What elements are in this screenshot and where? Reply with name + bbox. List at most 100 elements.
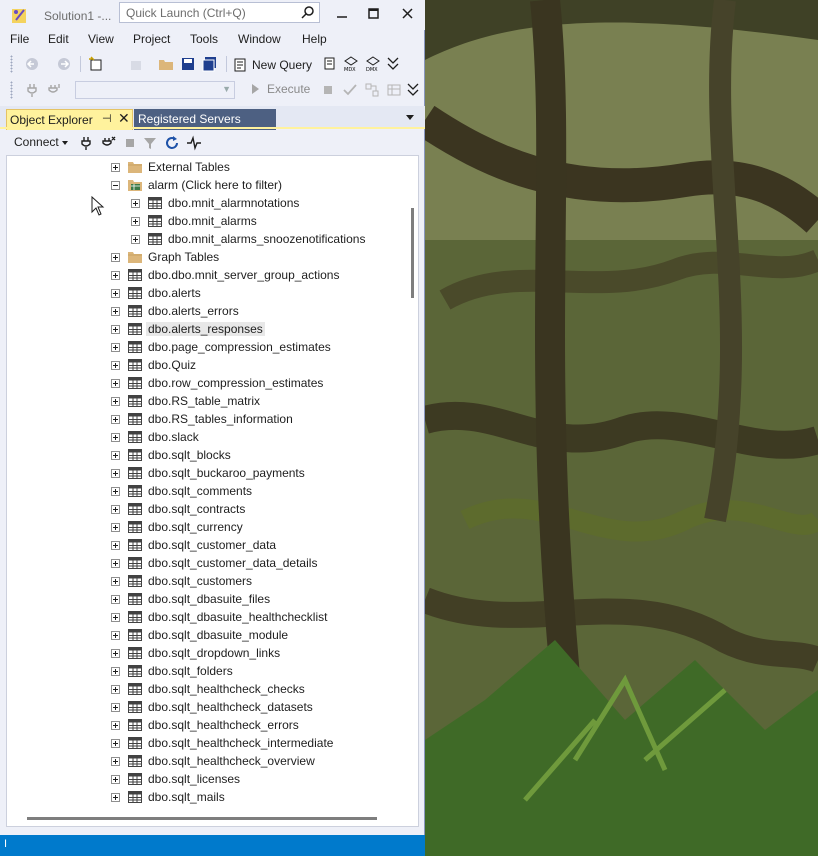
open-folder-icon[interactable] xyxy=(158,56,174,72)
expand-icon[interactable] xyxy=(111,703,120,712)
expand-icon[interactable] xyxy=(111,271,120,280)
activity-monitor-icon[interactable] xyxy=(186,135,202,151)
tree-item-table[interactable]: dbo.mnit_alarms xyxy=(7,212,407,230)
tree-item-table[interactable]: dbo.sqlt_currency xyxy=(7,518,407,536)
tree-item-table[interactable]: dbo.sqlt_healthcheck_datasets xyxy=(7,698,407,716)
expand-icon[interactable] xyxy=(111,469,120,478)
execute-button[interactable]: Execute xyxy=(252,82,310,96)
tree-item-folder[interactable]: Graph Tables xyxy=(7,248,407,266)
expand-icon[interactable] xyxy=(111,757,120,766)
tree-item-table[interactable]: dbo.alerts_responses xyxy=(7,320,407,338)
change-connection-icon[interactable] xyxy=(46,82,62,98)
expand-icon[interactable] xyxy=(111,379,120,388)
available-databases-dropdown[interactable]: ▼ xyxy=(75,81,235,99)
menu-file[interactable]: File xyxy=(10,32,29,46)
database-engine-query-icon[interactable] xyxy=(322,56,338,72)
tree-item-table[interactable]: dbo.sqlt_customer_data_details xyxy=(7,554,407,572)
expand-icon[interactable] xyxy=(111,505,120,514)
toolbar-overflow-icon[interactable] xyxy=(405,82,421,98)
expand-icon[interactable] xyxy=(111,721,120,730)
tree-item-table[interactable]: dbo.sqlt_customers xyxy=(7,572,407,590)
new-project-icon[interactable] xyxy=(88,56,104,72)
expand-icon[interactable] xyxy=(111,631,120,640)
expand-icon[interactable] xyxy=(111,451,120,460)
tree-item-table[interactable]: dbo.row_compression_estimates xyxy=(7,374,407,392)
menu-window[interactable]: Window xyxy=(238,32,281,46)
expand-icon[interactable] xyxy=(111,595,120,604)
forward-icon[interactable] xyxy=(56,56,72,72)
save-all-icon[interactable] xyxy=(202,56,218,72)
tree-item-table[interactable]: dbo.sqlt_contracts xyxy=(7,500,407,518)
expand-icon[interactable] xyxy=(131,235,140,244)
dmx-query-icon[interactable]: DMX xyxy=(365,56,381,72)
horizontal-scrollbar-thumb[interactable] xyxy=(27,817,377,820)
add-item-icon[interactable] xyxy=(128,56,144,72)
horizontal-scrollbar[interactable] xyxy=(7,812,406,826)
tree-item-table[interactable]: dbo.alerts xyxy=(7,284,407,302)
tree-item-table[interactable]: dbo.sqlt_blocks xyxy=(7,446,407,464)
expand-icon[interactable] xyxy=(111,577,120,586)
expand-icon[interactable] xyxy=(111,307,120,316)
results-grid-icon[interactable] xyxy=(386,82,402,98)
disconnect-icon[interactable] xyxy=(100,135,116,151)
connect-plug-icon[interactable] xyxy=(24,82,40,98)
menu-view[interactable]: View xyxy=(88,32,114,46)
save-icon[interactable] xyxy=(180,56,196,72)
tree-item-table[interactable]: dbo.sqlt_dropdown_links xyxy=(7,644,407,662)
expand-icon[interactable] xyxy=(111,775,120,784)
estimated-plan-icon[interactable] xyxy=(364,82,380,98)
tree-item-table[interactable]: dbo.sqlt_folders xyxy=(7,662,407,680)
tree-item-table[interactable]: dbo.Quiz xyxy=(7,356,407,374)
toolbar-grip[interactable] xyxy=(10,81,13,99)
vertical-scrollbar-thumb[interactable] xyxy=(411,208,414,298)
expand-icon[interactable] xyxy=(111,541,120,550)
tab-dropdown-icon[interactable] xyxy=(406,115,414,120)
minimize-button[interactable] xyxy=(330,4,354,24)
pin-icon[interactable]: ⊣ xyxy=(102,112,112,125)
expand-icon[interactable] xyxy=(131,199,140,208)
refresh-icon[interactable] xyxy=(164,135,180,151)
expand-icon[interactable] xyxy=(131,217,140,226)
expand-icon[interactable] xyxy=(111,523,120,532)
search-icon[interactable] xyxy=(301,5,315,19)
tree-item-table[interactable]: dbo.sqlt_healthcheck_checks xyxy=(7,680,407,698)
filter-icon[interactable] xyxy=(142,135,158,151)
tree-item-table[interactable]: dbo.alerts_errors xyxy=(7,302,407,320)
close-tab-icon[interactable]: ✕ xyxy=(118,110,130,127)
expand-icon[interactable] xyxy=(111,793,120,802)
tree-item-table[interactable]: dbo.sqlt_dbasuite_files xyxy=(7,590,407,608)
tree-item-table[interactable]: dbo.dbo.mnit_server_group_actions xyxy=(7,266,407,284)
tree-item-table[interactable]: dbo.sqlt_customer_data xyxy=(7,536,407,554)
expand-icon[interactable] xyxy=(111,415,120,424)
expand-icon[interactable] xyxy=(111,667,120,676)
connect-button[interactable]: Connect xyxy=(14,135,68,149)
connect-plug-icon[interactable] xyxy=(78,135,94,151)
expand-icon[interactable] xyxy=(111,487,120,496)
tree-item-table[interactable]: dbo.sqlt_buckaroo_payments xyxy=(7,464,407,482)
toolbar-overflow-icon[interactable] xyxy=(385,56,401,72)
tree-item-table[interactable]: dbo.RS_table_matrix xyxy=(7,392,407,410)
tree-item-table[interactable]: dbo.page_compression_estimates xyxy=(7,338,407,356)
collapse-icon[interactable] xyxy=(111,181,120,190)
expand-icon[interactable] xyxy=(111,397,120,406)
tree-item-table[interactable]: dbo.RS_tables_information xyxy=(7,410,407,428)
menu-project[interactable]: Project xyxy=(133,32,170,46)
object-explorer-tree[interactable]: External Tables alarm (Click here to filt… xyxy=(6,155,419,827)
stop-icon[interactable] xyxy=(122,135,138,151)
tree-item-table[interactable]: dbo.sqlt_dbasuite_module xyxy=(7,626,407,644)
tree-item-table[interactable]: dbo.mnit_alarms_snoozenotifications xyxy=(7,230,407,248)
expand-icon[interactable] xyxy=(111,325,120,334)
expand-icon[interactable] xyxy=(111,613,120,622)
expand-icon[interactable] xyxy=(111,649,120,658)
vertical-scrollbar[interactable] xyxy=(406,156,418,812)
toolbar-grip[interactable] xyxy=(10,55,13,73)
menu-tools[interactable]: Tools xyxy=(190,32,218,46)
menu-edit[interactable]: Edit xyxy=(48,32,69,46)
tree-item-folder[interactable]: alarm (Click here to filter) xyxy=(7,176,407,194)
tree-item-table[interactable]: dbo.sqlt_licenses xyxy=(7,770,407,788)
menu-help[interactable]: Help xyxy=(302,32,327,46)
back-icon[interactable] xyxy=(24,56,40,72)
expand-icon[interactable] xyxy=(111,433,120,442)
expand-icon[interactable] xyxy=(111,343,120,352)
parse-checkmark-icon[interactable] xyxy=(342,82,358,98)
